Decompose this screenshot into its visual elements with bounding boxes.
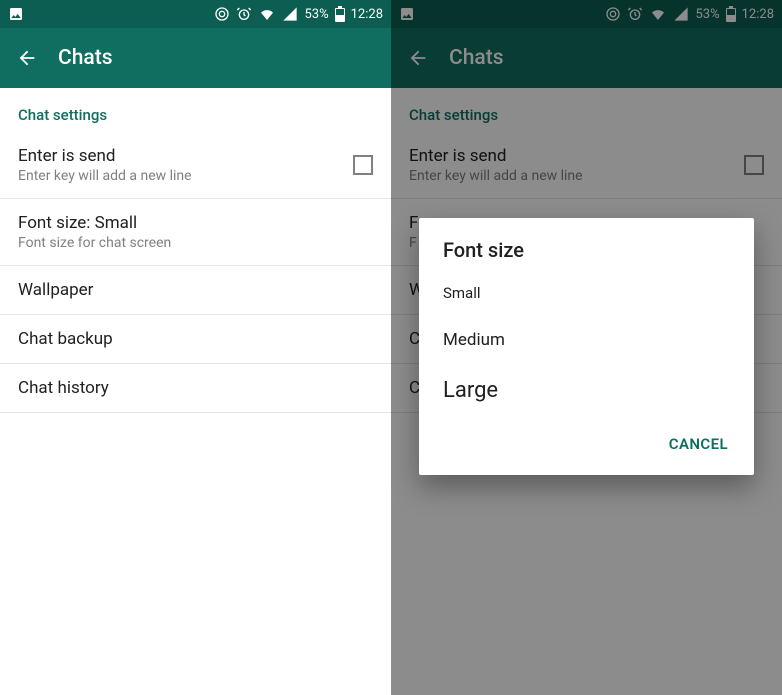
font-option-medium[interactable]: Medium — [419, 316, 754, 364]
dialog-actions: CANCEL — [419, 417, 754, 475]
setting-chat-backup[interactable]: Chat backup — [0, 315, 391, 364]
setting-title: Chat backup — [18, 329, 113, 349]
setting-wallpaper[interactable]: Wallpaper — [0, 266, 391, 315]
setting-subtitle: Enter key will add a new line — [18, 168, 192, 184]
circled-icon — [214, 6, 230, 22]
battery-icon — [335, 6, 345, 22]
status-bar: 53% 12:28 — [0, 0, 391, 28]
back-arrow-icon[interactable] — [16, 47, 38, 69]
image-icon — [8, 6, 24, 22]
font-option-small[interactable]: Small — [419, 270, 754, 316]
wifi-icon — [258, 6, 276, 22]
cancel-button[interactable]: CANCEL — [659, 427, 738, 461]
setting-subtitle: Font size for chat screen — [18, 235, 171, 251]
setting-title: Enter is send — [18, 146, 192, 166]
dialog-title: Font size — [419, 218, 754, 270]
setting-title: Wallpaper — [18, 280, 93, 300]
dialog-options: Small Medium Large — [419, 270, 754, 417]
setting-title: Chat history — [18, 378, 109, 398]
font-size-dialog: Font size Small Medium Large CANCEL — [419, 218, 754, 475]
app-bar: Chats — [0, 28, 391, 88]
alarm-icon — [236, 6, 252, 22]
status-time: 12:28 — [351, 7, 383, 22]
right-screen: 53% 12:28 Chats Chat settings Enter is s… — [391, 0, 782, 695]
battery-percent: 53% — [304, 7, 328, 22]
settings-content: Chat settings Enter is send Enter key wi… — [0, 88, 391, 413]
setting-font-size[interactable]: Font size: Small Font size for chat scre… — [0, 199, 391, 266]
section-header: Chat settings — [0, 88, 391, 132]
setting-title: Font size: Small — [18, 213, 171, 233]
enter-is-send-checkbox[interactable] — [353, 155, 373, 175]
left-screen: 53% 12:28 Chats Chat settings Enter is s… — [0, 0, 391, 695]
setting-enter-is-send[interactable]: Enter is send Enter key will add a new l… — [0, 132, 391, 199]
setting-chat-history[interactable]: Chat history — [0, 364, 391, 413]
appbar-title: Chats — [58, 46, 113, 70]
signal-icon — [282, 6, 298, 22]
font-option-large[interactable]: Large — [419, 364, 754, 417]
